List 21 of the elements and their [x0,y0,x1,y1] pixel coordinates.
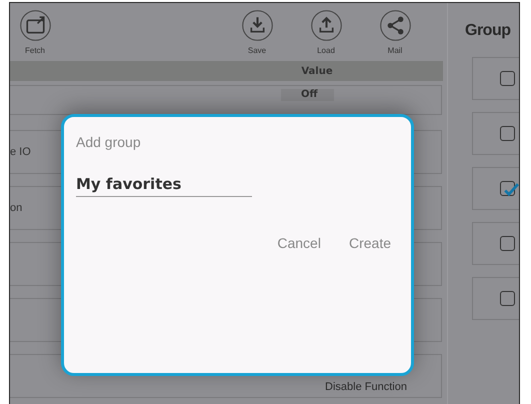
checkbox[interactable] [500,236,515,251]
value-text: Disable Function [325,381,407,393]
toolbar-button[interactable]: Save [240,10,274,55]
row-label: e IO [10,146,31,158]
toolbar-button[interactable]: Fetch [18,10,52,55]
upload-icon [310,10,342,41]
dialog-title: Add group [76,134,142,150]
checkbox[interactable] [500,126,515,141]
input-field[interactable]: My favorites [76,175,252,197]
download-icon [242,10,272,41]
row-label: on [10,202,22,214]
value-chip: Off [281,89,334,101]
checkbox[interactable] [500,291,515,306]
checkbox[interactable] [500,71,515,86]
dialog-button[interactable]: Cancel [269,231,329,255]
toolbar-button[interactable]: Mail [378,10,412,55]
toolbar-button[interactable]: Load [309,10,343,55]
share-icon [380,10,410,41]
panel-title: Group [465,22,510,40]
dialog-button[interactable]: Create [340,231,399,255]
column-header: Value [300,66,334,76]
